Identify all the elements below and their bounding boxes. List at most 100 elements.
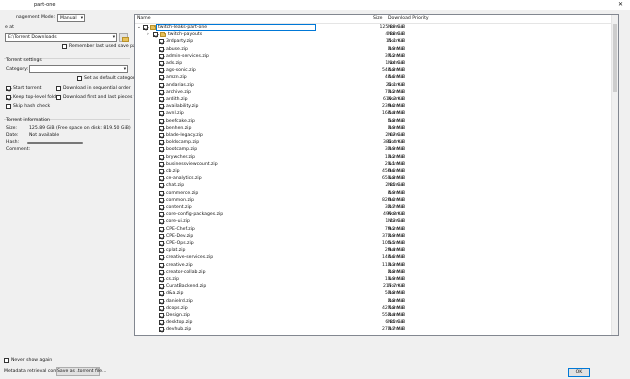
tree-file-row[interactable]: danielrd.zip 2.8 MiB Normal — [135, 298, 618, 305]
file-tree[interactable]: Name Size Download Priority ⌄ twitch-leak… — [134, 14, 619, 336]
file-priority[interactable]: Normal — [388, 240, 405, 247]
file-checkbox[interactable] — [159, 284, 164, 290]
tree-file-row[interactable]: ardith.zip 610.3 KiB Normal — [135, 96, 618, 103]
file-checkbox[interactable] — [159, 176, 164, 182]
file-priority[interactable]: Normal — [388, 312, 405, 319]
tree-file-row[interactable]: ce-analytics.zip 651.8 MiB Normal — [135, 175, 618, 182]
file-checkbox[interactable] — [159, 241, 164, 246]
collapse-icon[interactable]: ⌄ — [137, 24, 141, 31]
file-checkbox[interactable] — [159, 197, 164, 203]
tree-file-row[interactable]: ads.zip 1.14 GiB Normal — [135, 60, 618, 67]
file-priority[interactable]: Normal — [388, 190, 405, 197]
ok-button[interactable]: OK — [568, 368, 590, 377]
file-priority[interactable]: Normal — [388, 53, 405, 60]
file-priority[interactable]: Normal — [388, 118, 405, 125]
file-priority[interactable]: Normal — [388, 96, 405, 103]
file-priority[interactable]: Normal — [388, 38, 405, 45]
file-priority[interactable]: Normal — [388, 154, 405, 161]
file-priority[interactable]: Normal — [388, 168, 405, 175]
file-checkbox[interactable] — [159, 298, 164, 304]
tree-file-row[interactable]: devhub.zip 273.7 MiB Normal — [135, 326, 618, 333]
sequential-checkbox[interactable] — [56, 86, 61, 91]
tree-file-row[interactable]: cs.zip 11.9 MiB Normal — [135, 276, 618, 283]
tree-scrollbar[interactable] — [611, 15, 618, 335]
tree-file-row[interactable]: Design.zip 552.4 MiB Normal — [135, 312, 618, 319]
scrollbar-thumb[interactable] — [613, 24, 617, 92]
tree-file-row[interactable]: content.zip 32.7 MiB Normal — [135, 204, 618, 211]
file-checkbox[interactable] — [159, 255, 164, 261]
file-checkbox[interactable] — [159, 46, 164, 52]
file-checkbox[interactable] — [159, 320, 164, 326]
file-checkbox[interactable] — [159, 313, 164, 318]
skip-hash-checkbox[interactable] — [6, 104, 11, 109]
file-checkbox[interactable] — [159, 39, 164, 45]
file-priority[interactable]: Normal — [388, 290, 405, 297]
tree-file-row[interactable]: common.zip 820.0 MiB Normal — [135, 197, 618, 204]
browse-folder-button[interactable] — [119, 33, 129, 42]
tree-file-row[interactable]: abuse.zip 3.9 MiB Normal — [135, 46, 618, 53]
file-priority[interactable]: Normal — [388, 197, 405, 204]
tree-file-row[interactable]: brywcher.zip 13.2 MiB Normal — [135, 154, 618, 161]
file-checkbox[interactable] — [159, 161, 164, 167]
file-priority[interactable]: Normal — [388, 182, 405, 189]
file-priority[interactable]: Normal — [388, 103, 405, 110]
file-priority[interactable]: Normal — [388, 247, 405, 254]
file-priority[interactable]: Normal — [388, 204, 405, 211]
column-name[interactable]: Name — [137, 15, 151, 22]
file-priority[interactable]: Normal — [388, 262, 405, 269]
file-checkbox[interactable] — [159, 190, 164, 196]
file-priority[interactable]: Normal — [388, 82, 405, 89]
file-priority[interactable]: Normal — [388, 110, 405, 117]
file-checkbox[interactable] — [159, 125, 164, 131]
file-priority[interactable]: Normal — [388, 218, 405, 225]
tree-file-row[interactable]: dcops.zip 427.8 MiB Normal — [135, 305, 618, 312]
file-priority[interactable]: Normal — [388, 254, 405, 261]
file-priority[interactable]: Normal — [388, 46, 405, 53]
file-checkbox[interactable] — [159, 111, 164, 117]
file-checkbox[interactable] — [159, 61, 164, 66]
file-priority[interactable]: Normal — [388, 298, 405, 305]
save-torrent-file-button[interactable]: Save as .torrent file... — [56, 367, 106, 376]
file-checkbox[interactable] — [159, 327, 164, 333]
file-checkbox[interactable] — [159, 233, 164, 239]
file-checkbox[interactable] — [159, 97, 164, 102]
set-default-category-checkbox[interactable] — [77, 76, 82, 81]
file-priority[interactable]: Normal — [388, 89, 405, 96]
tree-file-row[interactable]: benhen.zip 3.9 MiB Normal — [135, 125, 618, 132]
file-priority[interactable]: Normal — [388, 139, 405, 146]
tree-file-row[interactable]: cb.zip 450.6 MiB Normal — [135, 168, 618, 175]
file-checkbox[interactable] — [159, 82, 164, 88]
never-show-checkbox[interactable] — [4, 358, 9, 363]
tree-file-row[interactable]: avnl.zip 164.4 MiB Normal — [135, 110, 618, 117]
top-level-folder-checkbox[interactable] — [6, 95, 11, 100]
tree-file-row[interactable]: archive.zip 73.2 MiB Normal — [135, 89, 618, 96]
file-checkbox[interactable] — [159, 205, 164, 210]
tree-file-row[interactable]: bootcamp.zip 33.9 MiB Normal — [135, 146, 618, 153]
tree-file-row[interactable]: d&a.zip 53.8 MiB Normal — [135, 290, 618, 297]
column-priority[interactable]: Download Priority — [388, 15, 429, 22]
tree-file-row[interactable]: ags-sonic.zip 544.8 MiB Normal — [135, 67, 618, 74]
file-checkbox[interactable] — [153, 32, 158, 38]
tree-file-row[interactable]: beefcake.zip 5.8 MiB Normal — [135, 118, 618, 125]
tree-file-row[interactable]: amzn.zip 44.6 MiB Normal — [135, 74, 618, 81]
tree-file-row[interactable]: admin-services.zip 37.2 MiB Normal — [135, 53, 618, 60]
file-checkbox[interactable] — [159, 53, 164, 59]
file-checkbox[interactable] — [159, 154, 164, 160]
tree-file-row[interactable]: andarias.zip 22.1 KiB Normal — [135, 82, 618, 89]
start-torrent-checkbox[interactable] — [6, 86, 11, 91]
file-priority[interactable]: Normal — [388, 60, 405, 67]
file-priority[interactable]: Normal — [388, 132, 405, 139]
category-combo[interactable]: ▾ — [29, 65, 128, 73]
file-checkbox[interactable] — [159, 104, 164, 110]
tree-file-row[interactable]: CPE-Chef.zip 79.2 MiB Normal — [135, 226, 618, 233]
tree-file-row[interactable]: businessviewcount.zip 21.1 MiB Normal — [135, 161, 618, 168]
tree-file-row[interactable]: commerce.zip 4.9 MiB Normal — [135, 190, 618, 197]
tree-file-row[interactable]: creative.zip 113.3 MiB Normal — [135, 262, 618, 269]
file-priority[interactable]: Normal — [388, 233, 405, 240]
file-checkbox[interactable] — [143, 25, 148, 30]
tree-file-row[interactable]: chat.zip 2.85 GiB Normal — [135, 182, 618, 189]
file-checkbox[interactable] — [159, 133, 164, 138]
file-checkbox[interactable] — [159, 89, 164, 95]
remember-path-checkbox[interactable] — [62, 44, 67, 49]
file-priority[interactable]: Normal — [388, 24, 405, 31]
